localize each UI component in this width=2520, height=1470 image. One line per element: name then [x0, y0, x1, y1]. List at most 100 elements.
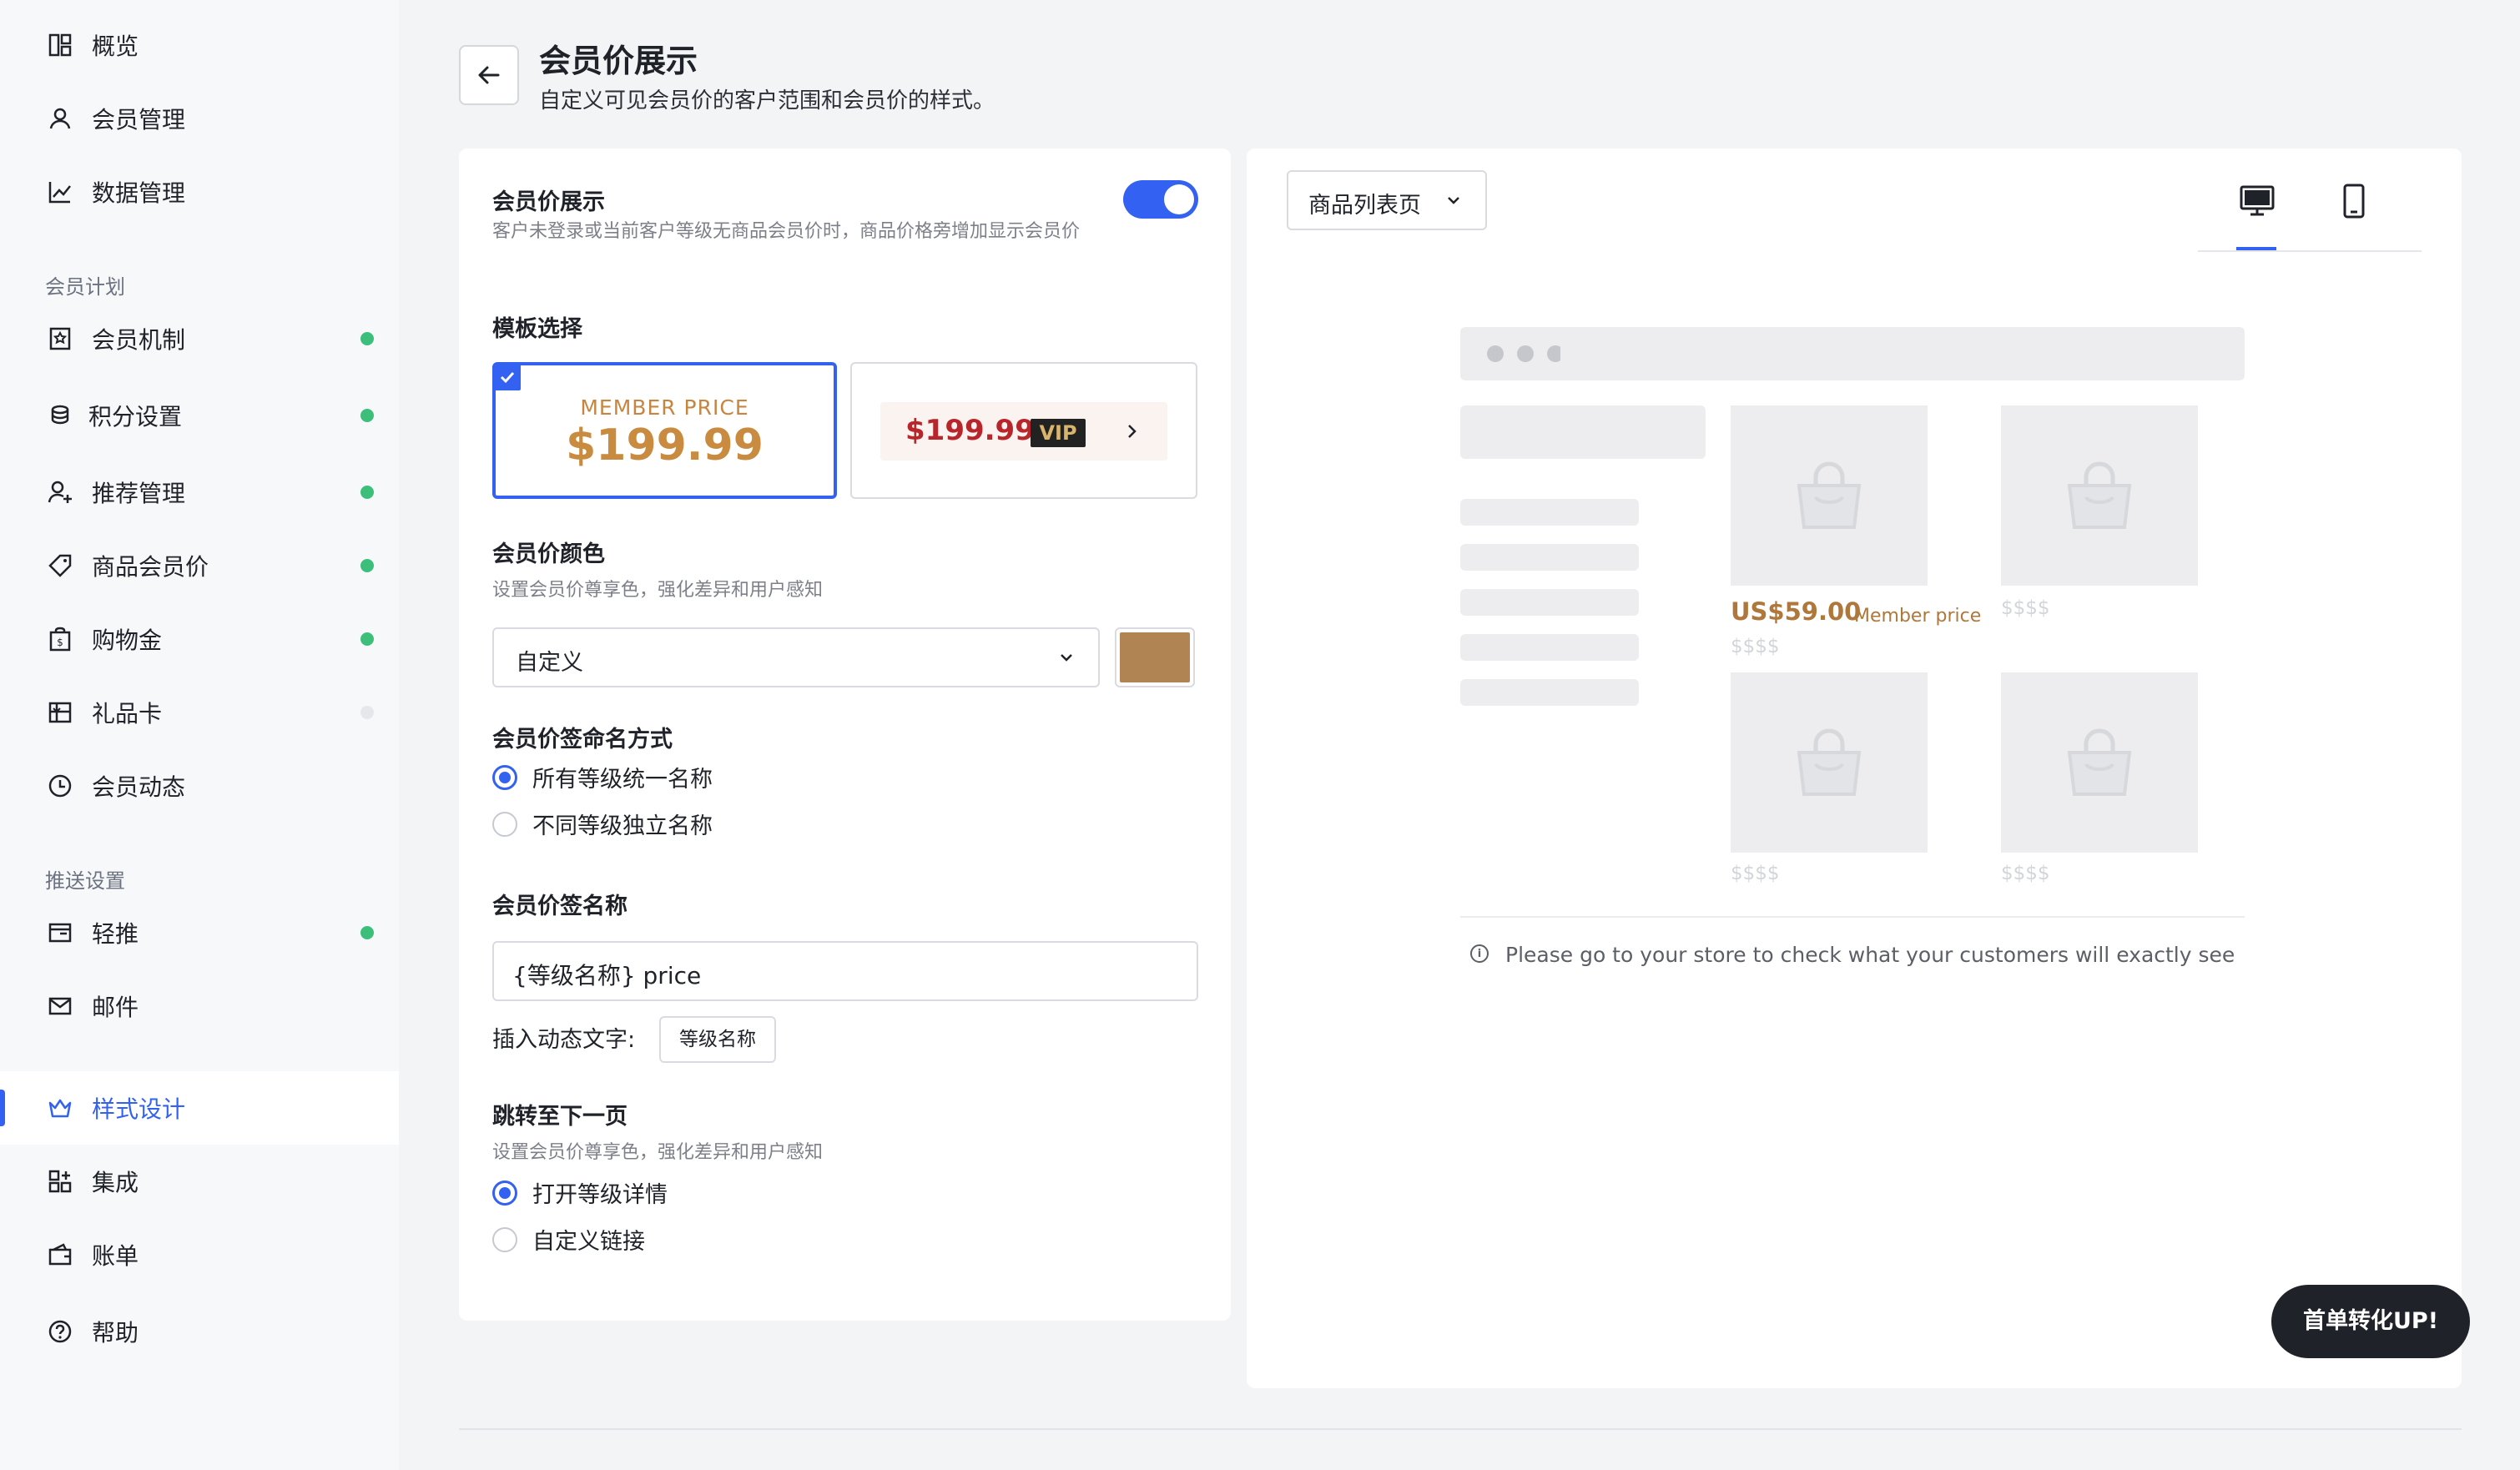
status-dot: [360, 926, 374, 939]
wallet-icon: [43, 1238, 77, 1271]
preview-placeholder-price: $$$$: [2001, 863, 2050, 884]
radio-unchecked: [492, 1226, 517, 1252]
chevron-right-icon: [1117, 417, 1146, 446]
sidebar-item-style-design[interactable]: 样式设计: [0, 1071, 399, 1145]
preview-filter-header: [1460, 405, 1706, 459]
chevron-down-icon: [1444, 190, 1464, 214]
jump-option-level-detail[interactable]: 打开等级详情: [492, 1176, 668, 1209]
sidebar-item-nudge[interactable]: 轻推: [0, 896, 399, 969]
preview-page-select[interactable]: 商品列表页: [1287, 170, 1487, 230]
check-icon: [494, 364, 521, 390]
sidebar-item-label: 邮件: [92, 994, 139, 1021]
settings-card: 会员价展示 客户未登录或当前客户等级无商品会员价时，商品价格旁增加显示会员价 模…: [459, 149, 1231, 1321]
status-dot: [360, 332, 374, 345]
jump-desc: 设置会员价尊享色，强化差异和用户感知: [492, 1142, 824, 1163]
template-option-vip[interactable]: $199.99 VIP: [850, 362, 1197, 499]
status-dot: [360, 409, 374, 422]
mobile-icon[interactable]: [2333, 180, 2375, 222]
section-title-push: 推送设置: [45, 869, 125, 893]
status-dot: [360, 486, 374, 499]
vip-tag: VIP: [1031, 419, 1086, 447]
browser-dots-icon: [1487, 345, 1564, 362]
sidebar-item-help[interactable]: 帮助: [0, 1295, 399, 1368]
sidebar-item-label: 会员动态: [92, 773, 186, 801]
apps-icon: [43, 1165, 77, 1198]
sidebar-item-overview[interactable]: 概览: [0, 8, 399, 82]
sidebar-item-label: 集成: [92, 1169, 139, 1196]
sidebar-item-gift-card[interactable]: 礼品卡: [0, 676, 399, 749]
sidebar-item-member-price[interactable]: 商品会员价: [0, 529, 399, 602]
sidebar-item-label: 礼品卡: [92, 700, 163, 727]
status-dot: [360, 559, 374, 572]
shopping-bag-icon: [2067, 728, 2132, 796]
naming-option-separate[interactable]: 不同等级独立名称: [492, 808, 713, 840]
preview-member-price-label: Member price: [1854, 606, 1982, 627]
preview-filter-line: [1460, 634, 1639, 661]
back-button[interactable]: [459, 45, 519, 105]
sidebar-item-points[interactable]: 积分设置: [0, 379, 399, 452]
tagname-input-value: {等级名称} price: [512, 962, 702, 989]
product-card-image: [2001, 672, 2198, 853]
template-title: 模板选择: [492, 316, 582, 342]
tagname-input[interactable]: {等级名称} price: [492, 941, 1198, 1001]
promo-button[interactable]: 首单转化UP!: [2271, 1285, 2470, 1358]
preview-placeholder-price: $$$$: [2001, 597, 2050, 619]
insert-level-name-chip[interactable]: 等级名称: [659, 1016, 776, 1063]
naming-option-unified[interactable]: 所有等级统一名称: [492, 761, 713, 793]
desktop-icon[interactable]: [2236, 180, 2278, 222]
dashboard-icon: [43, 28, 77, 62]
preview-divider: [1460, 916, 2245, 918]
arrow-left-icon: [478, 66, 500, 84]
sidebar-item-referral[interactable]: 推荐管理: [0, 456, 399, 529]
help-icon: [43, 1315, 77, 1348]
sidebar-item-label: 会员管理: [92, 106, 186, 133]
preview-page-value: 商品列表页: [1308, 193, 1421, 219]
radio-label: 自定义链接: [532, 1229, 645, 1255]
color-swatch-fill: [1120, 632, 1190, 682]
radio-label: 不同等级独立名称: [532, 813, 713, 839]
popup-icon: [43, 916, 77, 949]
color-swatch[interactable]: [1115, 627, 1195, 687]
sidebar-item-activity[interactable]: 会员动态: [0, 749, 399, 823]
template-member-label: MEMBER PRICE: [580, 395, 749, 420]
svg-text:$: $: [57, 637, 63, 648]
sidebar-item-label: 概览: [92, 33, 139, 60]
display-title: 会员价展示: [492, 189, 605, 215]
insert-dynamic-label: 插入动态文字:: [492, 1027, 636, 1053]
clock-icon: [43, 769, 77, 803]
sidebar-item-members[interactable]: 会员管理: [0, 82, 399, 155]
sidebar-item-integration[interactable]: 集成: [0, 1145, 399, 1218]
color-select[interactable]: 自定义: [492, 627, 1100, 687]
template-option-member-price[interactable]: MEMBER PRICE $199.99: [492, 362, 837, 499]
vip-price: $199.99: [905, 414, 1035, 447]
radio-unchecked: [492, 811, 517, 837]
radio-checked: [492, 1180, 517, 1206]
sidebar-item-billing[interactable]: 账单: [0, 1218, 399, 1291]
coins-icon: [43, 399, 77, 432]
sidebar-item-label: 样式设计: [92, 1095, 186, 1123]
sidebar-item-label: 推荐管理: [92, 480, 186, 507]
status-dot: [360, 632, 374, 646]
sidebar-item-label: 轻推: [92, 920, 139, 948]
display-toggle[interactable]: [1123, 180, 1198, 219]
radio-label: 所有等级统一名称: [532, 767, 713, 793]
preview-filter-line: [1460, 589, 1639, 616]
sidebar-item-data[interactable]: 数据管理: [0, 155, 399, 229]
status-dot: [360, 706, 374, 719]
crown-icon: [43, 1091, 77, 1125]
shopping-bag-icon: [1797, 728, 1862, 796]
sidebar-item-label: 帮助: [92, 1319, 139, 1347]
template-member-price: $199.99: [566, 420, 764, 471]
sidebar-item-mechanism[interactable]: 会员机制: [0, 302, 399, 375]
sidebar-item-label: 商品会员价: [92, 553, 209, 581]
preview-card: 商品列表页 US$59.00 Member price $$$$ $$$$ $$…: [1247, 149, 2462, 1388]
naming-title: 会员价签命名方式: [492, 727, 673, 753]
chevron-down-icon: [1056, 647, 1076, 671]
jump-option-custom-link[interactable]: 自定义链接: [492, 1223, 645, 1256]
sidebar-item-label: 购物金: [92, 627, 163, 654]
product-card-image: [1731, 672, 1928, 853]
preview-filter-line: [1460, 544, 1639, 571]
user-plus-icon: [43, 476, 77, 509]
sidebar-item-mail[interactable]: 邮件: [0, 969, 399, 1043]
sidebar-item-store-credit[interactable]: $ 购物金: [0, 602, 399, 676]
